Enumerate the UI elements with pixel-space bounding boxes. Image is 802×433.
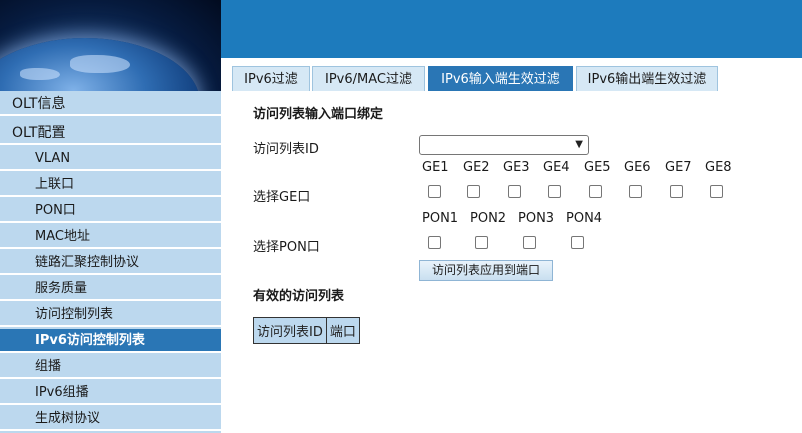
- ge1-checkbox[interactable]: [428, 185, 441, 198]
- banner-globe-image: [0, 0, 221, 91]
- table-header-port: 端口: [325, 317, 360, 344]
- ge-port-label: GE5: [584, 160, 611, 175]
- ge-port-label: GE6: [624, 160, 651, 175]
- ge8-checkbox[interactable]: [710, 185, 723, 198]
- ge5-checkbox[interactable]: [589, 185, 602, 198]
- globe-land-shape: [20, 68, 60, 80]
- ge2-checkbox[interactable]: [467, 185, 480, 198]
- table-header-acl-id: 访问列表ID: [253, 317, 327, 344]
- ge-port-label: GE8: [705, 160, 732, 175]
- select-ge-label: 选择GE口: [253, 190, 311, 205]
- sidebar-item-acl[interactable]: 访问控制列表: [0, 303, 221, 327]
- ge6-checkbox[interactable]: [629, 185, 642, 198]
- globe-land-shape: [70, 55, 130, 73]
- sidebar-item-olt-info[interactable]: OLT信息: [0, 92, 221, 116]
- ge-port-label: GE2: [463, 160, 490, 175]
- bind-section-heading: 访问列表输入端口绑定: [253, 107, 384, 122]
- ge-port-label: GE1: [422, 160, 449, 175]
- ge-port-label: GE4: [543, 160, 570, 175]
- sidebar-item-ipv6-multicast[interactable]: IPv6组播: [0, 381, 221, 405]
- ge-port-label: GE3: [503, 160, 530, 175]
- sidebar-item-qos[interactable]: 服务质量: [0, 277, 221, 301]
- sidebar-item-vlan[interactable]: VLAN: [0, 147, 221, 171]
- top-header-bar: [221, 0, 802, 58]
- main-content: 访问列表输入端口绑定 访问列表ID ▼ GE1 GE2 GE3 GE4 GE5 …: [221, 91, 802, 433]
- valid-acl-table: 访问列表ID 端口: [253, 317, 360, 344]
- tab-ipv6-filter[interactable]: IPv6过滤: [232, 66, 310, 91]
- pon2-checkbox[interactable]: [475, 236, 488, 249]
- sidebar-item-multicast[interactable]: 组播: [0, 355, 221, 379]
- pon4-checkbox[interactable]: [571, 236, 584, 249]
- tab-ipv6-egress-filter[interactable]: IPv6输出端生效过滤: [576, 66, 718, 91]
- sidebar-item-ipv6-acl[interactable]: IPv6访问控制列表: [0, 329, 221, 353]
- sidebar-item-uplink[interactable]: 上联口: [0, 173, 221, 197]
- apply-acl-button[interactable]: 访问列表应用到端口: [419, 260, 553, 281]
- table-header-row: 访问列表ID 端口: [253, 317, 360, 344]
- tab-ipv6-ingress-filter[interactable]: IPv6输入端生效过滤: [428, 66, 573, 91]
- pon1-checkbox[interactable]: [428, 236, 441, 249]
- pon-port-label: PON2: [470, 211, 507, 226]
- chevron-down-icon: ▼: [575, 139, 583, 150]
- pon3-checkbox[interactable]: [523, 236, 536, 249]
- sidebar-item-mac-address[interactable]: MAC地址: [0, 225, 221, 249]
- pon-port-label: PON3: [518, 211, 555, 226]
- ge4-checkbox[interactable]: [548, 185, 561, 198]
- pon-port-label: PON1: [422, 211, 459, 226]
- sidebar: OLT信息 OLT配置 VLAN 上联口 PON口 MAC地址 链路汇聚控制协议…: [0, 91, 221, 433]
- sidebar-item-pon-port[interactable]: PON口: [0, 199, 221, 223]
- pon-port-label: PON4: [566, 211, 603, 226]
- ge3-checkbox[interactable]: [508, 185, 521, 198]
- acl-id-select[interactable]: ▼: [419, 135, 589, 155]
- sidebar-item-lacp[interactable]: 链路汇聚控制协议: [0, 251, 221, 275]
- sidebar-item-olt-config[interactable]: OLT配置: [0, 121, 221, 145]
- sidebar-item-stp[interactable]: 生成树协议: [0, 407, 221, 431]
- ge7-checkbox[interactable]: [670, 185, 683, 198]
- tab-ipv6-mac-filter[interactable]: IPv6/MAC过滤: [312, 66, 425, 91]
- acl-id-label: 访问列表ID: [253, 142, 319, 157]
- ge-port-label: GE7: [665, 160, 692, 175]
- select-pon-label: 选择PON口: [253, 240, 320, 255]
- valid-acl-heading: 有效的访问列表: [253, 289, 345, 304]
